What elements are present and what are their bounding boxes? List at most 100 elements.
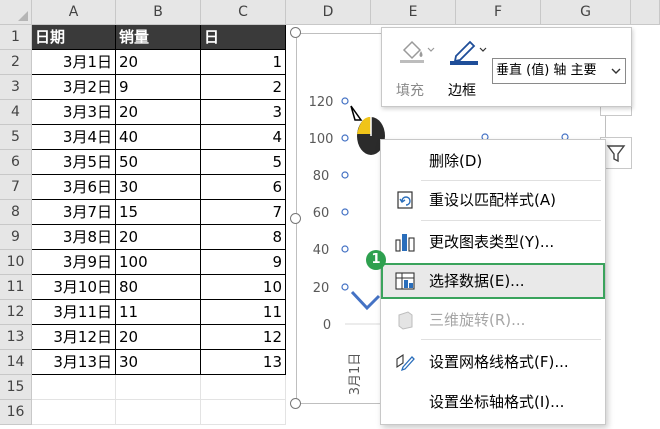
row-header[interactable]: 8 bbox=[0, 200, 32, 225]
table-cell-date[interactable]: 3月6日 bbox=[32, 175, 116, 200]
empty-cell[interactable] bbox=[32, 400, 116, 425]
table-cell-date[interactable]: 3月10日 bbox=[32, 275, 116, 300]
empty-cell[interactable] bbox=[201, 375, 286, 400]
table-cell-day[interactable]: 9 bbox=[201, 250, 286, 275]
border-button[interactable]: 边框 bbox=[442, 32, 490, 104]
select-all-corner[interactable] bbox=[0, 0, 32, 25]
empty-cell[interactable] bbox=[116, 375, 201, 400]
axis-selection-dot bbox=[341, 245, 349, 253]
table-cell-sales[interactable]: 20 bbox=[116, 225, 201, 250]
table-cell-sales[interactable]: 50 bbox=[116, 150, 201, 175]
table-cell-sales[interactable]: 30 bbox=[116, 350, 201, 375]
row-header[interactable]: 15 bbox=[0, 375, 32, 400]
table-cell-day[interactable]: 2 bbox=[201, 75, 286, 100]
table-cell-day[interactable]: 8 bbox=[201, 225, 286, 250]
row-header[interactable]: 6 bbox=[0, 150, 32, 175]
table-cell-sales[interactable]: 11 bbox=[116, 300, 201, 325]
table-cell-sales[interactable]: 100 bbox=[116, 250, 201, 275]
table-cell-sales[interactable]: 20 bbox=[116, 50, 201, 75]
table-cell-sales[interactable]: 30 bbox=[116, 175, 201, 200]
menu-item-format-axis[interactable]: 设置坐标轴格式(I)... bbox=[381, 384, 605, 420]
column-header-a[interactable]: A bbox=[32, 0, 116, 25]
axis-selection-dot bbox=[341, 208, 349, 216]
table-cell-day[interactable]: 3 bbox=[201, 100, 286, 125]
select-data-icon bbox=[395, 272, 415, 290]
table-cell-date[interactable]: 3月12日 bbox=[32, 325, 116, 350]
chart-resize-handle[interactable] bbox=[290, 27, 301, 38]
menu-item-delete[interactable]: 删除(D) bbox=[381, 143, 605, 179]
table-cell-day[interactable]: 10 bbox=[201, 275, 286, 300]
table-cell-day[interactable]: 6 bbox=[201, 175, 286, 200]
table-cell-day[interactable]: 12 bbox=[201, 325, 286, 350]
row-header[interactable]: 2 bbox=[0, 50, 32, 75]
table-cell-day[interactable]: 5 bbox=[201, 150, 286, 175]
column-header-b[interactable]: B bbox=[116, 0, 201, 25]
table-cell-date[interactable]: 3月3日 bbox=[32, 100, 116, 125]
table-header-day[interactable]: 日 bbox=[201, 25, 286, 50]
row-header[interactable]: 3 bbox=[0, 75, 32, 100]
row-header[interactable]: 1 bbox=[0, 25, 32, 50]
row-header[interactable]: 14 bbox=[0, 350, 32, 375]
x-tick-label: 3月1日 bbox=[348, 353, 363, 396]
menu-item-select-data[interactable]: 选择数据(E)... bbox=[381, 263, 605, 299]
chart-resize-handle[interactable] bbox=[290, 398, 301, 409]
table-cell-date[interactable]: 3月2日 bbox=[32, 75, 116, 100]
table-cell-sales[interactable]: 40 bbox=[116, 125, 201, 150]
menu-item-reset-style[interactable]: 重设以匹配样式(A) bbox=[381, 182, 605, 218]
table-cell-date[interactable]: 3月1日 bbox=[32, 50, 116, 75]
fill-button[interactable]: 填充 bbox=[390, 32, 440, 104]
column-header-h[interactable] bbox=[631, 0, 660, 25]
table-cell-date[interactable]: 3月8日 bbox=[32, 225, 116, 250]
row-header[interactable]: 7 bbox=[0, 175, 32, 200]
table-cell-sales[interactable]: 15 bbox=[116, 200, 201, 225]
row-header[interactable]: 10 bbox=[0, 250, 32, 275]
table-header-sales[interactable]: 销量 bbox=[116, 25, 201, 50]
chart-element-select-value: 垂直 (值) 轴 主要 bbox=[496, 63, 597, 78]
table-cell-date[interactable]: 3月5日 bbox=[32, 150, 116, 175]
column-header-d[interactable]: D bbox=[286, 0, 371, 25]
column-header-e[interactable]: E bbox=[371, 0, 456, 25]
row-header[interactable]: 4 bbox=[0, 100, 32, 125]
table-cell-date[interactable]: 3月13日 bbox=[32, 350, 116, 375]
menu-item-label: 更改图表类型(Y)... bbox=[429, 233, 555, 251]
menu-item-3d-rotation[interactable]: 三维旋转(R)... bbox=[381, 302, 605, 338]
empty-cell[interactable] bbox=[116, 400, 201, 425]
menu-item-format-gridlines[interactable]: 设置网格线格式(F)... bbox=[381, 344, 605, 380]
context-menu: 删除(D) 重设以匹配样式(A) 更改图表类型(Y)... 选择数据(E)... bbox=[380, 139, 606, 425]
empty-cell[interactable] bbox=[32, 375, 116, 400]
row-header[interactable]: 9 bbox=[0, 225, 32, 250]
table-cell-date[interactable]: 3月11日 bbox=[32, 300, 116, 325]
series-line bbox=[350, 290, 381, 311]
column-header-g[interactable]: G bbox=[541, 0, 631, 25]
table-header-date[interactable]: 日期 bbox=[32, 25, 116, 50]
table-cell-day[interactable]: 7 bbox=[201, 200, 286, 225]
column-header-f[interactable]: F bbox=[456, 0, 541, 25]
bar-chart-icon bbox=[395, 234, 415, 252]
empty-cell[interactable] bbox=[201, 400, 286, 425]
table-cell-sales[interactable]: 20 bbox=[116, 100, 201, 125]
y-tick-label: 80 bbox=[313, 169, 330, 184]
row-header[interactable]: 16 bbox=[0, 400, 32, 425]
step-badge: 1 bbox=[366, 250, 386, 270]
column-header-c[interactable]: C bbox=[201, 0, 286, 25]
table-cell-day[interactable]: 1 bbox=[201, 50, 286, 75]
row-header[interactable]: 5 bbox=[0, 125, 32, 150]
chart-element-select[interactable]: 垂直 (值) 轴 主要 bbox=[492, 58, 626, 84]
table-cell-day[interactable]: 4 bbox=[201, 125, 286, 150]
border-pen-icon bbox=[450, 40, 487, 65]
chart-resize-handle[interactable] bbox=[290, 213, 301, 224]
table-cell-sales[interactable]: 9 bbox=[116, 75, 201, 100]
table-cell-sales[interactable]: 80 bbox=[116, 275, 201, 300]
table-cell-sales[interactable]: 20 bbox=[116, 325, 201, 350]
table-cell-date[interactable]: 3月4日 bbox=[32, 125, 116, 150]
row-header[interactable]: 12 bbox=[0, 300, 32, 325]
table-cell-date[interactable]: 3月9日 bbox=[32, 250, 116, 275]
table-cell-day[interactable]: 11 bbox=[201, 300, 286, 325]
fill-bucket-icon bbox=[400, 40, 435, 63]
row-header[interactable]: 11 bbox=[0, 275, 32, 300]
table-cell-day[interactable]: 13 bbox=[201, 350, 286, 375]
mini-toolbar: 填充 边框 垂直 (值) 轴 主要 bbox=[381, 27, 632, 107]
menu-item-change-chart-type[interactable]: 更改图表类型(Y)... bbox=[381, 224, 605, 260]
row-header[interactable]: 13 bbox=[0, 325, 32, 350]
table-cell-date[interactable]: 3月7日 bbox=[32, 200, 116, 225]
